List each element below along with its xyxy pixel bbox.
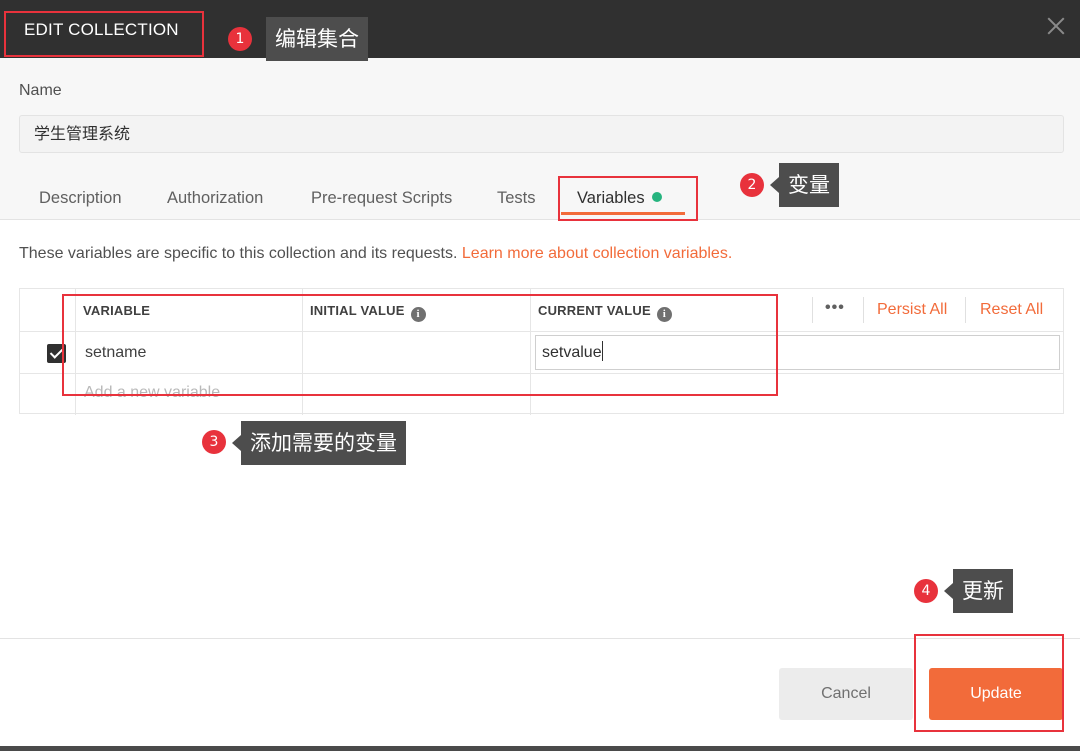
actions-divider <box>812 297 813 323</box>
actions-divider <box>965 297 966 323</box>
annotation-callout-3: 添加需要的变量 <box>232 421 406 465</box>
name-label: Name <box>19 82 62 99</box>
close-icon[interactable] <box>1042 12 1070 40</box>
active-tab-indicator <box>561 212 685 215</box>
column-header-current-value-label: CURRENT VALUE <box>538 303 651 318</box>
annotation-callout-1: 编辑集合 <box>266 17 368 61</box>
tab-pre-request-scripts[interactable]: Pre-request Scripts <box>311 189 452 208</box>
column-header-initial-value-label: INITIAL VALUE <box>310 303 405 318</box>
variables-description: These variables are specific to this col… <box>19 245 732 263</box>
learn-more-link[interactable]: Learn more about collection variables. <box>462 245 732 262</box>
annotation-callout-4: 更新 <box>944 569 1013 613</box>
current-value-input[interactable]: setvalue <box>535 335 1060 370</box>
collection-name-input[interactable]: 学生管理系统 <box>19 115 1064 153</box>
info-icon[interactable]: i <box>410 307 426 322</box>
variables-table: VARIABLE INITIAL VALUE i CURRENT VALUE i •… <box>19 288 1064 415</box>
annotation-callout-2: 变量 <box>770 163 839 207</box>
annotation-badge-3: 3 <box>202 430 226 454</box>
column-header-current-value: CURRENT VALUE i <box>538 303 672 322</box>
bottom-edge <box>0 746 1080 751</box>
info-icon[interactable]: i <box>656 307 672 322</box>
reset-all-button[interactable]: Reset All <box>980 301 1043 319</box>
more-options-button[interactable]: ••• <box>825 299 845 317</box>
column-header-variable: VARIABLE <box>83 303 151 318</box>
tab-variables[interactable]: Variables <box>577 189 662 208</box>
tab-description[interactable]: Description <box>39 189 122 208</box>
modal-header: EDIT COLLECTION <box>0 0 1080 58</box>
annotation-badge-4: 4 <box>914 579 938 603</box>
column-header-initial-value: INITIAL VALUE i <box>310 303 426 322</box>
tab-tests[interactable]: Tests <box>497 189 536 208</box>
table-header: VARIABLE INITIAL VALUE i CURRENT VALUE i •… <box>20 289 1063 332</box>
name-section: Name 学生管理系统 <box>0 58 1080 219</box>
current-value-text: setvalue <box>542 344 602 361</box>
modal-title: EDIT COLLECTION <box>24 20 179 39</box>
cancel-button[interactable]: Cancel <box>779 668 913 720</box>
annotation-badge-2: 2 <box>740 173 764 197</box>
persist-all-button[interactable]: Persist All <box>877 301 947 319</box>
variables-description-text: These variables are specific to this col… <box>19 245 458 262</box>
variables-active-dot-icon <box>651 192 662 202</box>
variable-name-cell[interactable]: setname <box>85 344 146 362</box>
footer-divider <box>0 638 1080 639</box>
table-row: setname setvalue <box>20 332 1063 374</box>
text-caret <box>601 341 603 361</box>
tab-variables-label: Variables <box>577 189 645 207</box>
tab-authorization[interactable]: Authorization <box>167 189 263 208</box>
add-variable-placeholder[interactable]: Add a new variable <box>84 384 220 402</box>
update-button[interactable]: Update <box>929 668 1063 720</box>
tabs-divider <box>0 219 1080 220</box>
annotation-badge-1: 1 <box>228 27 252 51</box>
variable-enabled-checkbox[interactable] <box>47 344 66 363</box>
actions-divider <box>863 297 864 323</box>
